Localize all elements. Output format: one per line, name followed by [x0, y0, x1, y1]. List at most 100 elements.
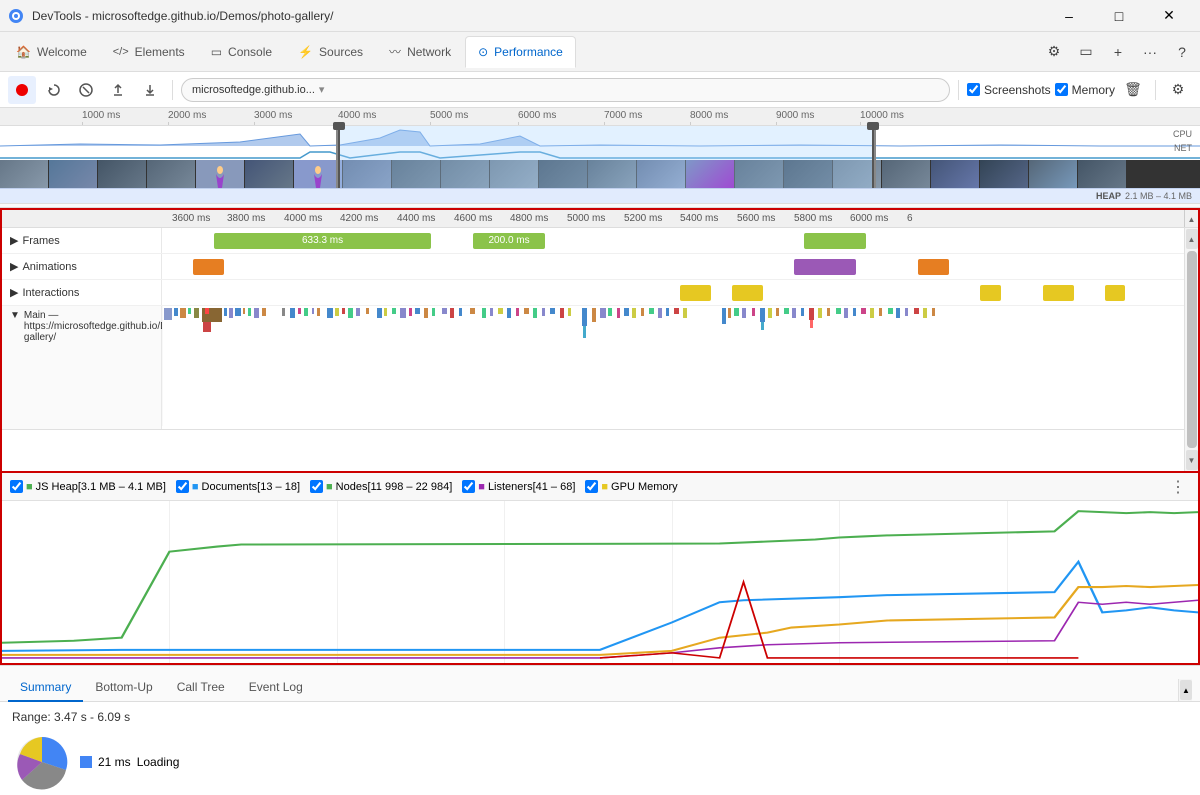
screenshot-thumb — [539, 160, 587, 188]
timeline-overview[interactable]: 1000 ms 2000 ms 3000 ms 4000 ms 5000 ms … — [0, 108, 1200, 208]
ruler-tick-4: 4000 ms — [338, 110, 376, 121]
help-button[interactable]: ? — [1168, 38, 1196, 66]
gpu-checkbox[interactable] — [585, 480, 598, 493]
gpu-dot: ■ — [601, 481, 608, 493]
screenshot-thumb — [784, 160, 832, 188]
maximize-button[interactable]: □ — [1096, 0, 1142, 32]
memory-lines-svg — [2, 501, 1198, 663]
tab-performance[interactable]: ⊙ Performance — [465, 36, 576, 68]
main-thread-content — [162, 306, 1198, 429]
scroll-up-arrow: ▲ — [1188, 235, 1196, 244]
animations-label[interactable]: ▶ Animations — [2, 254, 162, 279]
title-bar: DevTools - microsoftedge.github.io/Demos… — [0, 0, 1200, 32]
main-timeline-area: 3600 ms 3800 ms 4000 ms 4200 ms 4400 ms … — [0, 208, 1200, 473]
tab-network[interactable]: 〰 Network — [377, 36, 463, 68]
frames-track[interactable]: ▶ Frames 633.3 ms 200.0 ms — [2, 228, 1198, 254]
memory-label: Memory — [1072, 83, 1115, 97]
clear-button[interactable] — [72, 76, 100, 104]
documents-dot: ■ — [192, 481, 199, 493]
interactions-content — [162, 280, 1198, 306]
bottom-tabs: Summary Bottom-Up Call Tree Event Log ▲ — [0, 666, 1200, 702]
screenshots-checkbox-label[interactable]: Screenshots — [967, 83, 1051, 97]
perf-settings-button[interactable]: ⚙ — [1164, 76, 1192, 104]
performance-toolbar: microsoftedge.github.io... ▾ Screenshots… — [0, 72, 1200, 108]
timeline-scroll-up[interactable]: ▲ — [1184, 210, 1198, 228]
upload-icon — [111, 83, 125, 97]
animations-track[interactable]: ▶ Animations — [2, 254, 1198, 280]
tab-elements[interactable]: </> Elements — [101, 36, 197, 68]
nodes-dot: ■ — [326, 481, 333, 493]
interaction-bar-5 — [1105, 285, 1126, 301]
js-heap-checkbox-label[interactable]: ■ JS Heap[3.1 MB – 4.1 MB] — [10, 480, 166, 493]
tab-event-log[interactable]: Event Log — [237, 674, 315, 702]
main-thread-track[interactable]: ▼ Main — https://microsoftedge.github.io… — [2, 306, 1198, 430]
gpu-checkbox-label[interactable]: ■ GPU Memory — [585, 480, 677, 493]
url-dropdown-icon: ▾ — [319, 83, 325, 96]
scrollbar-thumb[interactable] — [1187, 251, 1197, 448]
tab-bottom-up[interactable]: Bottom-Up — [83, 674, 164, 702]
screenshot-thumb — [931, 160, 979, 188]
settings-button[interactable]: ⚙ — [1040, 38, 1068, 66]
js-heap-checkbox[interactable] — [10, 480, 23, 493]
tab-console[interactable]: ▭ Console — [199, 36, 284, 68]
detail-tick-2: 3800 ms — [227, 213, 265, 224]
frames-label[interactable]: ▶ Frames — [2, 228, 162, 253]
detail-tick-13: 6000 ms — [850, 213, 888, 224]
cpu-label: CPU — [1173, 126, 1192, 140]
main-thread-label[interactable]: ▼ Main — https://microsoftedge.github.io… — [2, 306, 162, 429]
frame-bar-2-label: 200.0 ms — [488, 235, 529, 246]
window-title: DevTools - microsoftedge.github.io/Demos… — [32, 9, 1046, 23]
animations-content — [162, 254, 1198, 280]
listeners-checkbox-label[interactable]: ■ Listeners[41 – 68] — [462, 480, 575, 493]
tab-sources-label: Sources — [319, 45, 363, 59]
documents-checkbox-label[interactable]: ■ Documents[13 – 18] — [176, 480, 300, 493]
nodes-checkbox[interactable] — [310, 480, 323, 493]
js-heap-dot: ■ — [26, 481, 33, 493]
more-menu-button[interactable]: ··· — [1136, 38, 1164, 66]
detail-tick-10: 5400 ms — [680, 213, 718, 224]
detail-tick-14: 6 — [907, 213, 913, 224]
ruler-tick-5: 5000 ms — [430, 110, 468, 121]
memory-menu-button[interactable]: ⋮ — [1166, 477, 1190, 497]
close-button[interactable]: ✕ — [1146, 0, 1192, 32]
animations-expand-icon: ▶ — [10, 260, 18, 273]
nodes-checkbox-label[interactable]: ■ Nodes[11 998 – 22 984] — [310, 480, 452, 493]
screenshot-thumb — [49, 160, 97, 188]
tab-summary[interactable]: Summary — [8, 674, 83, 702]
cpu-label-text: CPU — [1173, 129, 1192, 139]
toolbar-separator-3 — [1155, 80, 1156, 100]
screenshot-thumb — [637, 160, 685, 188]
trash-button[interactable]: 🗑 — [1119, 76, 1147, 104]
screenshot-thumb — [490, 160, 538, 188]
screenshots-checkbox[interactable] — [967, 83, 980, 96]
memory-checkbox-label[interactable]: Memory — [1055, 83, 1115, 97]
tab-welcome[interactable]: 🏠 Welcome — [4, 36, 99, 68]
bottom-content: Range: 3.47 s - 6.09 s — [0, 702, 1200, 795]
minimize-button[interactable]: – — [1046, 0, 1092, 32]
detail-tick-5: 4400 ms — [397, 213, 435, 224]
bottom-scroll-up[interactable]: ▲ — [1180, 680, 1192, 700]
listeners-checkbox[interactable] — [462, 480, 475, 493]
gpu-label: GPU Memory — [611, 481, 678, 493]
ruler-tick-8: 8000 ms — [690, 110, 728, 121]
panel-button[interactable]: ▭ — [1072, 38, 1100, 66]
documents-checkbox[interactable] — [176, 480, 189, 493]
more-tools-button[interactable]: + — [1104, 38, 1132, 66]
nodes-label: Nodes[11 998 – 22 984] — [336, 481, 453, 493]
record-button[interactable] — [8, 76, 36, 104]
interactions-track[interactable]: ▶ Interactions — [2, 280, 1198, 306]
download-button[interactable] — [136, 76, 164, 104]
screenshot-figure2 — [294, 160, 342, 188]
reload-record-button[interactable] — [40, 76, 68, 104]
frames-expand-icon: ▶ — [10, 234, 18, 247]
scroll-down-btn[interactable]: ▼ — [1186, 450, 1198, 470]
upload-button[interactable] — [104, 76, 132, 104]
summary-row: 21 ms Loading — [12, 732, 1188, 792]
tab-sources[interactable]: ⚡ Sources — [286, 36, 375, 68]
tab-call-tree[interactable]: Call Tree — [165, 674, 237, 702]
tracks-scrollbar[interactable]: ▲ ▼ — [1184, 228, 1198, 471]
scroll-up-btn[interactable]: ▲ — [1186, 229, 1198, 249]
memory-checkbox[interactable] — [1055, 83, 1068, 96]
interactions-label[interactable]: ▶ Interactions — [2, 280, 162, 305]
bottom-scrollbar[interactable]: ▲ — [1178, 679, 1192, 701]
